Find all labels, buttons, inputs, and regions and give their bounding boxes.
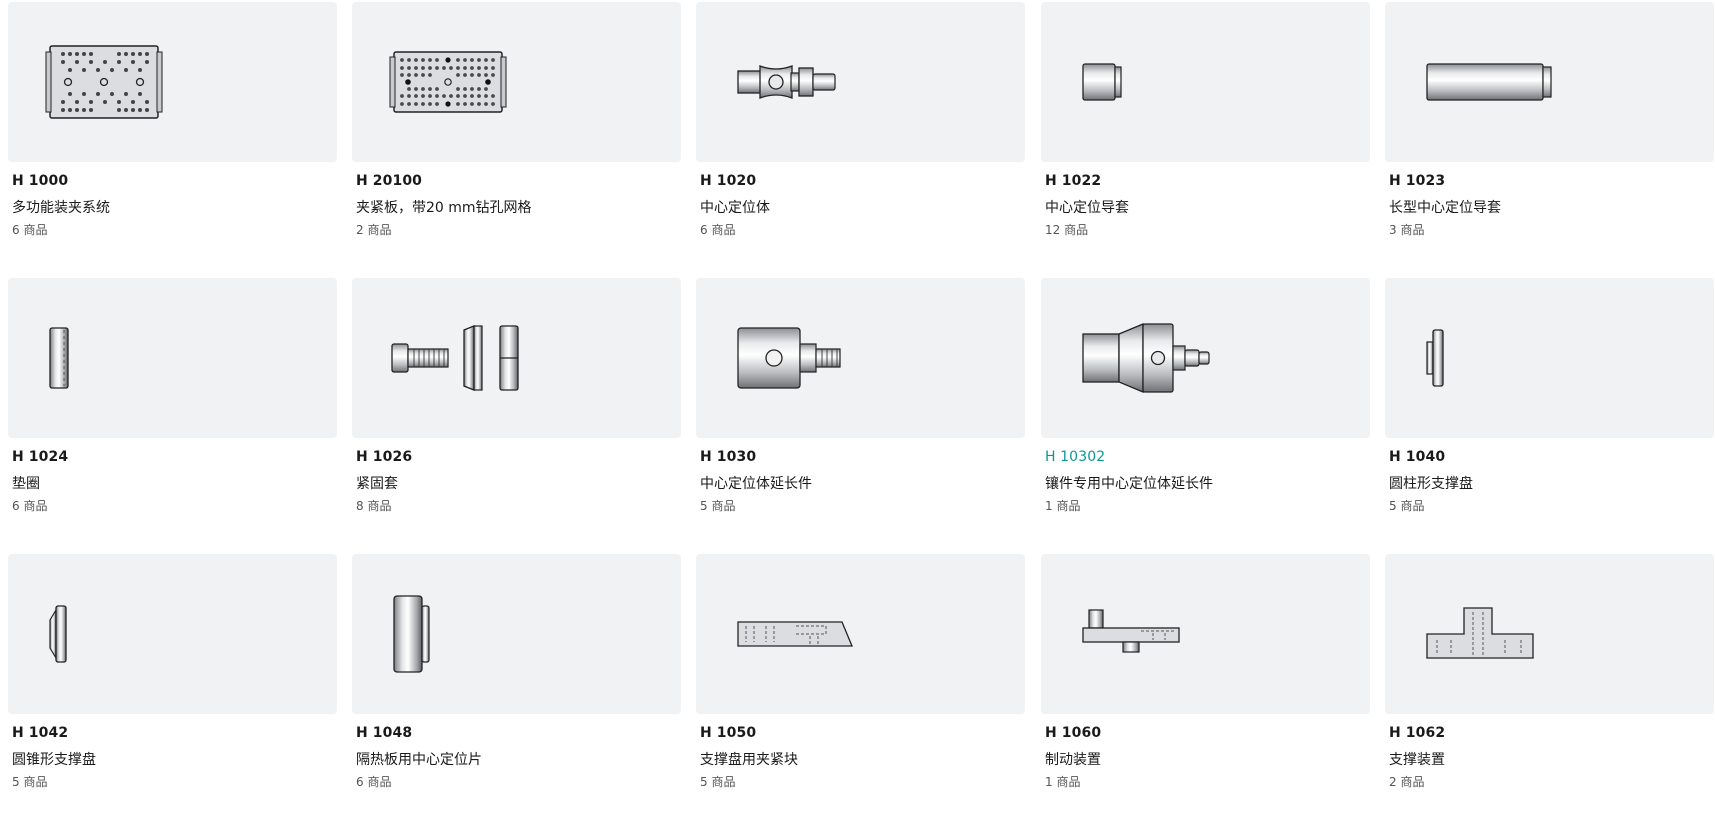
product-code[interactable]: H 1022 <box>1045 173 1101 189</box>
washer-icon <box>49 327 69 389</box>
product-name[interactable]: 支撑装置 <box>1389 749 1445 769</box>
product-code[interactable]: H 1050 <box>700 725 756 741</box>
product-code[interactable]: H 20100 <box>356 173 422 189</box>
product-image[interactable] <box>352 2 681 162</box>
product-image[interactable] <box>352 278 681 438</box>
product-code[interactable]: H 1040 <box>1389 449 1445 465</box>
product-card[interactable]: H 1024 垫圈 6 商品 <box>8 278 337 538</box>
product-code[interactable]: H 1000 <box>12 173 68 189</box>
product-image[interactable] <box>696 278 1025 438</box>
product-card[interactable]: H 10302 镶件专用中心定位体延长件 1 商品 <box>1041 278 1370 538</box>
product-name[interactable]: 垫圈 <box>12 473 40 493</box>
product-count: 5 商品 <box>700 775 736 789</box>
product-count: 3 商品 <box>1389 223 1425 237</box>
cylindrical-support-disc-icon <box>1426 329 1444 387</box>
product-count: 2 商品 <box>356 223 392 237</box>
product-code[interactable]: H 10302 <box>1045 449 1105 465</box>
product-code[interactable]: H 1030 <box>700 449 756 465</box>
product-name[interactable]: 中心定位导套 <box>1045 197 1129 217</box>
product-count: 6 商品 <box>12 499 48 513</box>
product-card[interactable]: H 1060 制动装置 1 商品 <box>1041 554 1370 814</box>
product-grid: H 1000 多功能装夹系统 6 商品 H 20100 夹紧板，带20 mm钻孔… <box>0 0 1715 794</box>
product-card[interactable]: H 1048 隔热板用中心定位片 6 商品 <box>352 554 681 814</box>
product-card[interactable]: H 1000 多功能装夹系统 6 商品 <box>8 2 337 262</box>
product-name[interactable]: 夹紧板，带20 mm钻孔网格 <box>356 197 532 217</box>
support-device-icon <box>1426 607 1534 659</box>
product-code[interactable]: H 1048 <box>356 725 412 741</box>
product-card[interactable]: H 1026 紧固套 8 商品 <box>352 278 681 538</box>
product-card[interactable]: H 1022 中心定位导套 12 商品 <box>1041 2 1370 262</box>
centering-extension-icon <box>737 327 841 389</box>
fastening-sleeve-icon <box>391 325 519 391</box>
product-name[interactable]: 紧固套 <box>356 473 398 493</box>
product-card[interactable]: H 1040 圆柱形支撑盘 5 商品 <box>1385 278 1714 538</box>
product-name[interactable]: 支撑盘用夹紧块 <box>700 749 798 769</box>
product-card[interactable]: H 1050 支撑盘用夹紧块 5 商品 <box>696 554 1025 814</box>
product-image[interactable] <box>1041 554 1370 714</box>
product-card[interactable]: H 1030 中心定位体延长件 5 商品 <box>696 278 1025 538</box>
product-name[interactable]: 隔热板用中心定位片 <box>356 749 482 769</box>
product-code[interactable]: H 1062 <box>1389 725 1445 741</box>
multi-function-clamping-plate-icon <box>45 45 163 119</box>
product-code[interactable]: H 1026 <box>356 449 412 465</box>
product-code[interactable]: H 1042 <box>12 725 68 741</box>
product-count: 5 商品 <box>12 775 48 789</box>
insert-centering-extension-icon <box>1082 323 1210 393</box>
product-count: 1 商品 <box>1045 499 1081 513</box>
product-name[interactable]: 圆柱形支撑盘 <box>1389 473 1473 493</box>
product-name[interactable]: 长型中心定位导套 <box>1389 197 1501 217</box>
product-image[interactable] <box>1385 554 1714 714</box>
product-image[interactable] <box>1385 2 1714 162</box>
product-name[interactable]: 制动装置 <box>1045 749 1101 769</box>
product-code[interactable]: H 1024 <box>12 449 68 465</box>
product-count: 6 商品 <box>12 223 48 237</box>
insulation-centering-piece-icon <box>393 595 430 673</box>
product-count: 6 商品 <box>700 223 736 237</box>
long-centering-sleeve-icon <box>1426 63 1552 101</box>
product-image[interactable] <box>696 2 1025 162</box>
product-card[interactable]: H 1023 长型中心定位导套 3 商品 <box>1385 2 1714 262</box>
conical-support-disc-icon <box>49 605 67 663</box>
product-count: 12 商品 <box>1045 223 1089 237</box>
product-image[interactable] <box>8 554 337 714</box>
product-image[interactable] <box>8 278 337 438</box>
product-card[interactable]: H 20100 夹紧板，带20 mm钻孔网格 2 商品 <box>352 2 681 262</box>
product-image[interactable] <box>1041 278 1370 438</box>
product-image[interactable] <box>8 2 337 162</box>
product-name[interactable]: 圆锥形支撑盘 <box>12 749 96 769</box>
product-image[interactable] <box>352 554 681 714</box>
product-card[interactable]: H 1062 支撑装置 2 商品 <box>1385 554 1714 814</box>
centering-sleeve-icon <box>1082 63 1122 101</box>
product-image[interactable] <box>696 554 1025 714</box>
brake-device-icon <box>1082 609 1180 653</box>
product-name[interactable]: 多功能装夹系统 <box>12 197 110 217</box>
centering-body-icon <box>737 65 836 99</box>
product-count: 5 商品 <box>1389 499 1425 513</box>
product-code[interactable]: H 1023 <box>1389 173 1445 189</box>
product-card[interactable]: H 1020 中心定位体 6 商品 <box>696 2 1025 262</box>
product-image[interactable] <box>1041 2 1370 162</box>
product-count: 5 商品 <box>700 499 736 513</box>
product-name[interactable]: 镶件专用中心定位体延长件 <box>1045 473 1213 493</box>
product-name[interactable]: 中心定位体延长件 <box>700 473 812 493</box>
product-count: 8 商品 <box>356 499 392 513</box>
product-code[interactable]: H 1060 <box>1045 725 1101 741</box>
product-count: 1 商品 <box>1045 775 1081 789</box>
product-code[interactable]: H 1020 <box>700 173 756 189</box>
product-image[interactable] <box>1385 278 1714 438</box>
clamping-plate-grid-icon <box>389 51 507 113</box>
product-name[interactable]: 中心定位体 <box>700 197 770 217</box>
product-count: 2 商品 <box>1389 775 1425 789</box>
product-count: 6 商品 <box>356 775 392 789</box>
clamping-block-icon <box>737 621 853 647</box>
product-card[interactable]: H 1042 圆锥形支撑盘 5 商品 <box>8 554 337 814</box>
